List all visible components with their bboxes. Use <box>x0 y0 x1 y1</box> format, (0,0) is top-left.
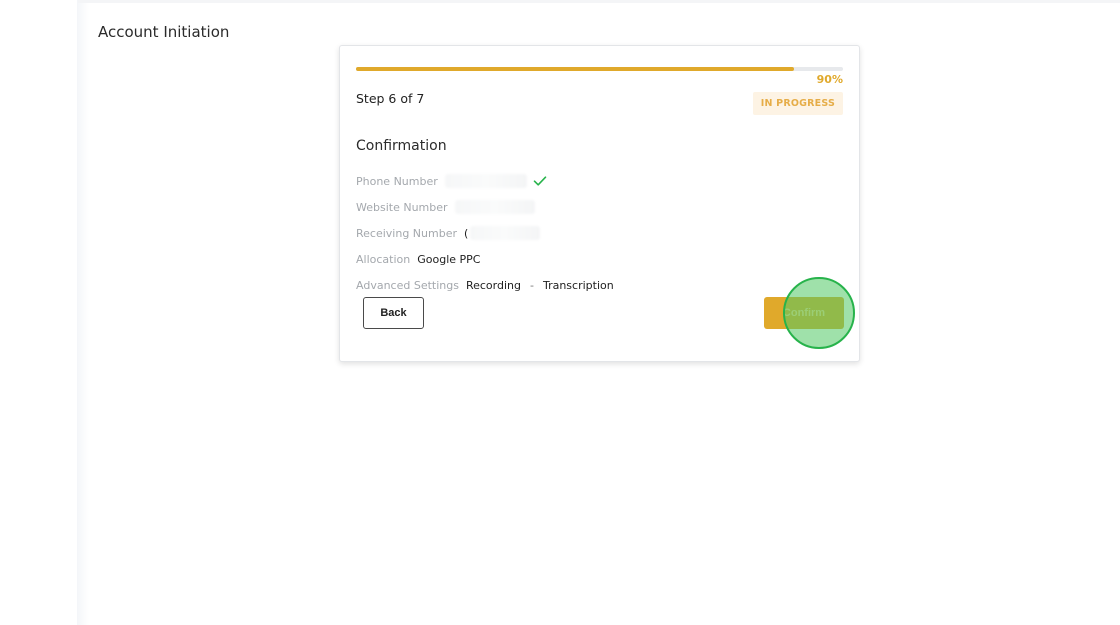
advanced-settings-recording: Recording <box>465 278 521 292</box>
allocation-value: Google PPC <box>417 252 481 266</box>
status-badge: IN PROGRESS <box>752 92 843 115</box>
progress-percent: 90% <box>816 73 843 86</box>
receiving-number-row: Receiving Number ( <box>356 220 836 246</box>
website-number-label: Website Number <box>356 200 448 214</box>
allocation-row: Allocation Google PPC <box>356 246 836 272</box>
receiving-number-label: Receiving Number <box>356 226 457 240</box>
phone-number-label: Phone Number <box>356 174 438 188</box>
advanced-settings-row: Advanced Settings Recording - Transcript… <box>356 272 836 298</box>
confirm-button[interactable]: Confirm <box>764 297 844 329</box>
wizard-card: 90% Step 6 of 7 IN PROGRESS Confirmation… <box>339 45 860 362</box>
progress-bar <box>356 67 843 71</box>
phone-number-row: Phone Number <box>356 168 836 194</box>
progress-bar-fill <box>356 67 795 71</box>
advanced-settings-separator: - <box>529 278 534 292</box>
allocation-label: Allocation <box>356 252 411 266</box>
phone-number-value-redacted <box>444 174 527 188</box>
receiving-number-value: ( <box>464 226 469 240</box>
website-number-row: Website Number <box>356 194 836 220</box>
left-sidebar-strip <box>0 0 89 625</box>
page-title: Account Initiation <box>98 23 230 41</box>
advanced-settings-label: Advanced Settings <box>356 278 459 292</box>
step-indicator: Step 6 of 7 <box>356 91 425 106</box>
website-number-value-redacted <box>454 200 535 214</box>
back-button[interactable]: Back <box>363 297 424 329</box>
receiving-number-value-redacted <box>470 226 541 240</box>
advanced-settings-transcription: Transcription <box>542 278 614 292</box>
top-header-line <box>78 0 1120 3</box>
section-title: Confirmation <box>356 138 447 154</box>
confirmation-details: Phone Number Website Number Receiving Nu… <box>356 168 836 298</box>
check-icon <box>533 176 547 186</box>
